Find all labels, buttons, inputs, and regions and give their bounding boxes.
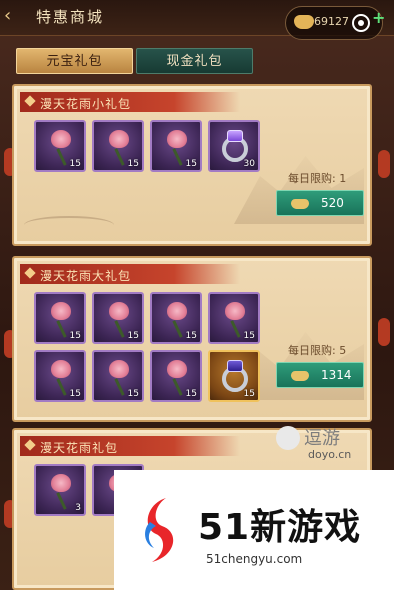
- ingot-icon: [291, 371, 309, 381]
- item-slot[interactable]: 15: [34, 120, 86, 172]
- pack-header: 漫天花雨小礼包: [20, 92, 240, 112]
- doyo-watermark: 逗游 doyo.cn: [276, 420, 394, 470]
- tab-yuanbao-pack[interactable]: 元宝礼包: [16, 48, 133, 74]
- pack-card-large: 漫天花雨大礼包 15 15 15 15 15 15 15 15 每日限购: 5 …: [12, 256, 372, 422]
- diamond-icon: [24, 267, 36, 279]
- rose-icon: [109, 130, 129, 148]
- diamond-icon: [24, 95, 36, 107]
- rose-icon: [51, 302, 71, 320]
- item-slot[interactable]: 15: [34, 350, 86, 402]
- currency-display: 69127: [285, 6, 383, 40]
- site-title: 51新游戏: [198, 507, 362, 548]
- rose-stem: [172, 148, 183, 166]
- pack-header: 漫天花雨礼包: [20, 436, 240, 456]
- item-count: 15: [127, 331, 139, 341]
- item-slot[interactable]: 15: [208, 292, 260, 344]
- rose-stem: [114, 378, 125, 396]
- doyo-url: doyo.cn: [308, 448, 352, 461]
- item-slot[interactable]: 15: [150, 350, 202, 402]
- buy-button[interactable]: 520: [276, 190, 364, 216]
- rose-stem: [114, 320, 125, 338]
- rose-icon: [167, 302, 187, 320]
- currency-value: 69127: [314, 15, 349, 28]
- rose-stem: [114, 148, 125, 166]
- daily-limit-label: 每日限购: 5: [288, 344, 347, 357]
- rose-icon: [225, 302, 245, 320]
- diamond-icon: [24, 439, 36, 451]
- rose-icon: [167, 130, 187, 148]
- doyo-title: 逗游: [304, 428, 340, 449]
- page-title: 特惠商城: [36, 8, 105, 26]
- item-slot[interactable]: 15: [92, 350, 144, 402]
- rose-icon: [167, 360, 187, 378]
- rose-icon: [51, 360, 71, 378]
- buy-price: 520: [321, 196, 344, 210]
- item-slot[interactable]: 15: [150, 292, 202, 344]
- pack-header: 漫天花雨大礼包: [20, 264, 240, 284]
- rose-icon: [51, 130, 71, 148]
- item-count: 15: [127, 389, 139, 399]
- rose-stem: [172, 378, 183, 396]
- rose-icon: [109, 302, 129, 320]
- tab-cash-pack[interactable]: 现金礼包: [136, 48, 253, 74]
- gem-icon: [227, 360, 243, 372]
- item-count: 15: [185, 389, 197, 399]
- rose-stem: [56, 492, 67, 510]
- gem-icon: [227, 130, 243, 142]
- ingot-icon: [291, 199, 309, 209]
- item-slot[interactable]: 15: [92, 120, 144, 172]
- item-slot[interactable]: 15: [208, 350, 260, 402]
- rose-stem: [230, 320, 241, 338]
- site-url: 51chengyu.com: [206, 552, 303, 566]
- knot-ornament: [378, 318, 390, 346]
- rose-stem: [56, 320, 67, 338]
- buy-button[interactable]: 1314: [276, 362, 364, 388]
- rose-stem: [172, 320, 183, 338]
- daily-limit-label: 每日限购: 1: [288, 172, 347, 185]
- item-count: 15: [69, 389, 81, 399]
- buy-price: 1314: [321, 368, 352, 382]
- chevron-left-icon[interactable]: ‹: [4, 6, 22, 26]
- ingot-icon: [294, 15, 314, 29]
- rose-stem: [56, 378, 67, 396]
- item-slot[interactable]: 15: [150, 120, 202, 172]
- pack-title: 漫天花雨大礼包: [40, 269, 132, 283]
- plus-icon[interactable]: +: [372, 8, 385, 27]
- bridge-decoration: [24, 216, 114, 234]
- pack-card-small: 漫天花雨小礼包 15 15 15 30 每日限购: 1 520: [12, 84, 372, 246]
- item-count: 15: [127, 159, 139, 169]
- item-count: 15: [185, 331, 197, 341]
- site-logo: [145, 498, 174, 562]
- doyo-logo: [276, 426, 300, 450]
- site-watermark: 51新游戏 51chengyu.com: [114, 470, 394, 590]
- item-count: 15: [243, 331, 255, 341]
- item-slot[interactable]: 15: [34, 292, 86, 344]
- pack-title: 漫天花雨礼包: [40, 441, 119, 455]
- rose-icon: [109, 360, 129, 378]
- pack-title: 漫天花雨小礼包: [40, 97, 132, 111]
- knot-ornament: [378, 150, 390, 178]
- item-count: 15: [243, 389, 255, 399]
- item-count: 30: [243, 159, 255, 169]
- item-count: 15: [185, 159, 197, 169]
- item-count: 3: [75, 503, 81, 513]
- item-slot[interactable]: 30: [208, 120, 260, 172]
- rose-stem: [56, 148, 67, 166]
- rose-icon: [51, 474, 71, 492]
- item-slot[interactable]: 3: [34, 464, 86, 516]
- item-count: 15: [69, 331, 81, 341]
- item-count: 15: [69, 159, 81, 169]
- item-slot[interactable]: 15: [92, 292, 144, 344]
- target-icon[interactable]: [352, 14, 370, 32]
